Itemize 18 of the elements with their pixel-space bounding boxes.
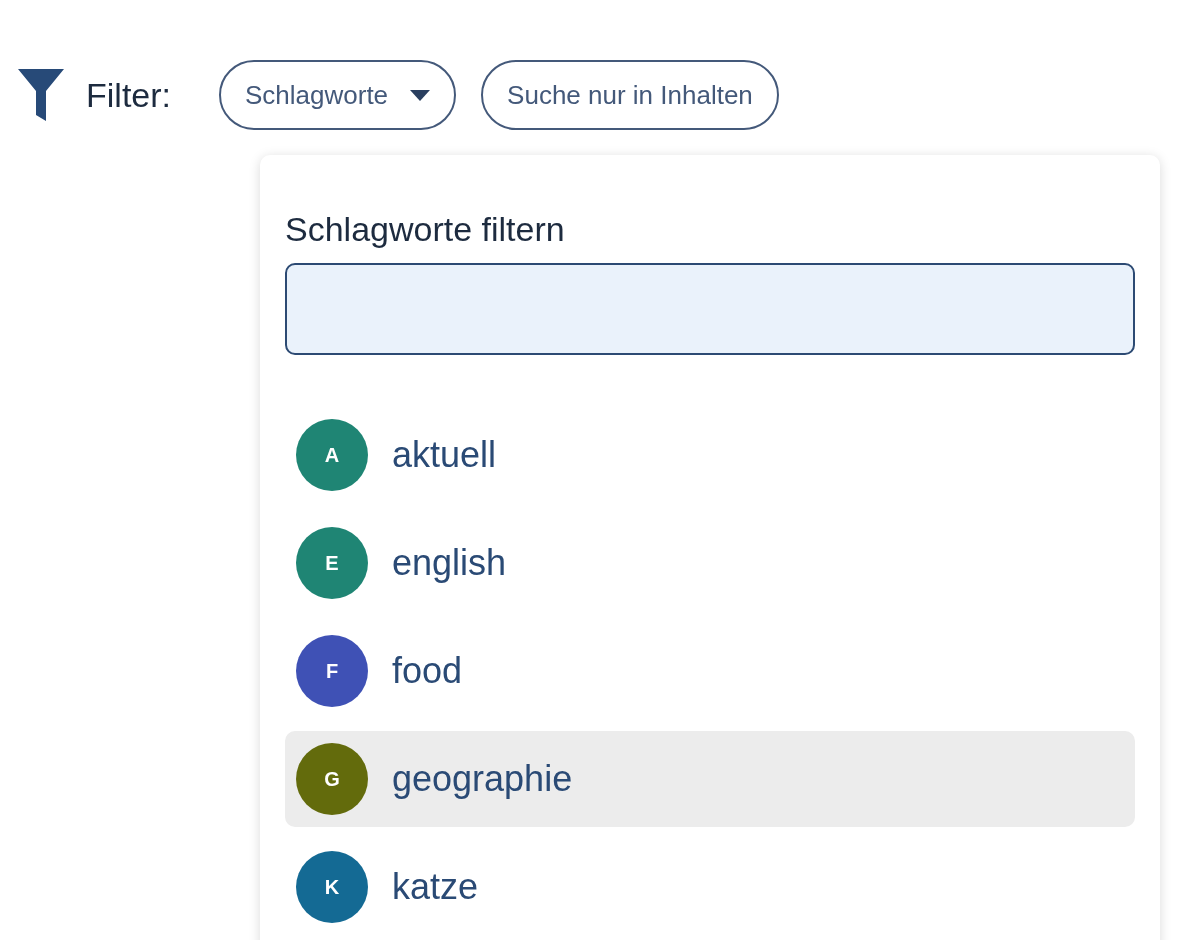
tags-dropdown-button[interactable]: Schlagworte [219,60,457,130]
caret-icon [410,89,431,101]
filter-label: Filter: [86,74,171,116]
tag-avatar: K [296,851,368,923]
tag-label: katze [392,865,479,909]
content-search-button[interactable]: Suche nur in Inhalten [481,60,779,130]
tag-avatar: F [296,635,368,707]
tag-label: food [392,649,463,693]
tag-label: english [392,541,507,585]
tag-avatar: A [296,419,368,491]
tag-label: aktuell [392,433,497,477]
filter-icon [18,69,64,121]
tag-label: geographie [392,757,573,801]
tag-avatar: G [296,743,368,815]
field-label: Schlagworte filtern [285,209,566,250]
tag-avatar: E [296,527,368,599]
tag-option[interactable]: G geographie [285,731,1135,827]
tag-filter-input[interactable] [285,263,1135,355]
